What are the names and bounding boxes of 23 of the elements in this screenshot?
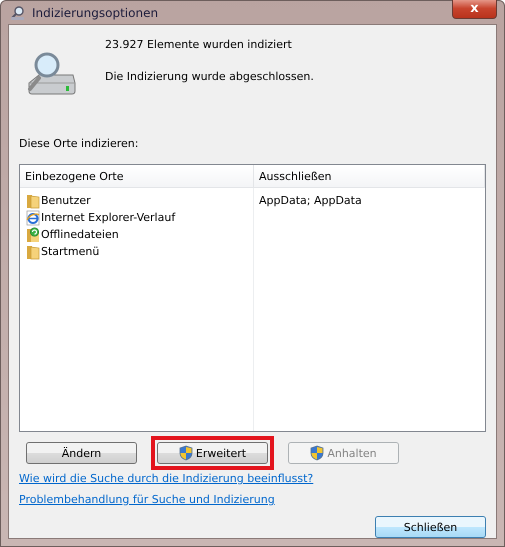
- close-dialog-button[interactable]: Schließen: [375, 516, 486, 538]
- column-header[interactable]: Ausschließen: [254, 165, 485, 187]
- location-name[interactable]: Offlinedateien: [41, 228, 119, 241]
- location-name[interactable]: Internet Explorer-Verlauf: [41, 211, 176, 224]
- index-status-text: Die Indizierung wurde abgeschlossen.: [105, 70, 314, 83]
- browser-icon: [26, 210, 40, 226]
- drive-search-icon: [25, 51, 77, 97]
- location-name[interactable]: Startmenü: [41, 245, 100, 258]
- advanced-button[interactable]: Erweitert: [157, 442, 268, 464]
- folder-icon: [26, 244, 40, 260]
- modify-button[interactable]: Ändern: [26, 442, 137, 464]
- search-icon: [10, 4, 26, 20]
- exclude-text: AppData; AppData: [259, 194, 362, 207]
- folder-icon: [26, 192, 40, 208]
- help-link[interactable]: Wie wird die Suche durch die Indizierung beeinflusst?: [19, 472, 314, 485]
- window-title: Indizierungsoptionen: [32, 6, 158, 20]
- location-name[interactable]: Benutzer: [41, 194, 91, 207]
- section-label: Diese Orte indizieren:: [19, 137, 140, 150]
- help-link[interactable]: Problembehandlung für Suche und Indizierung: [19, 493, 275, 506]
- indexed-count-text: 23.927 Elemente wurden indiziert: [105, 38, 293, 51]
- close-button[interactable]: x: [452, 0, 497, 18]
- column-header[interactable]: Einbezogene Orte: [20, 165, 254, 187]
- sync-folder-icon: [26, 226, 40, 242]
